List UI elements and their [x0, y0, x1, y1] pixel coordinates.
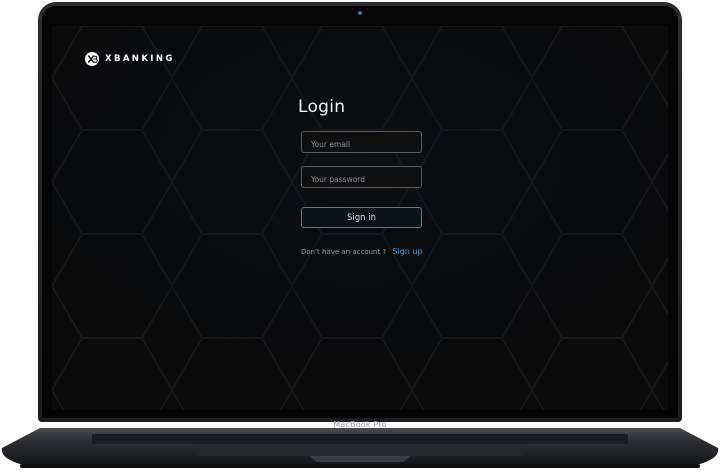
password-input[interactable]: [302, 169, 421, 190]
signup-link[interactable]: Sign up: [392, 247, 422, 256]
page-title: Login: [298, 97, 346, 117]
camera-icon: [358, 11, 362, 15]
laptop-base: [1, 428, 719, 468]
email-input[interactable]: [302, 134, 421, 155]
xb-logo-icon: [85, 52, 99, 66]
email-field[interactable]: [301, 131, 422, 155]
signup-row: Don't have an account ? Sign up: [301, 247, 423, 256]
screen: XBANKING Login Sign in Don't have an acc…: [52, 26, 668, 410]
brand-name: XBANKING: [105, 54, 175, 64]
signin-button[interactable]: Sign in: [301, 207, 422, 228]
no-account-text: Don't have an account ?: [301, 248, 387, 256]
brand[interactable]: XBANKING: [85, 52, 175, 66]
password-field[interactable]: [301, 166, 422, 190]
model-label: MacBook Pro: [333, 420, 387, 429]
